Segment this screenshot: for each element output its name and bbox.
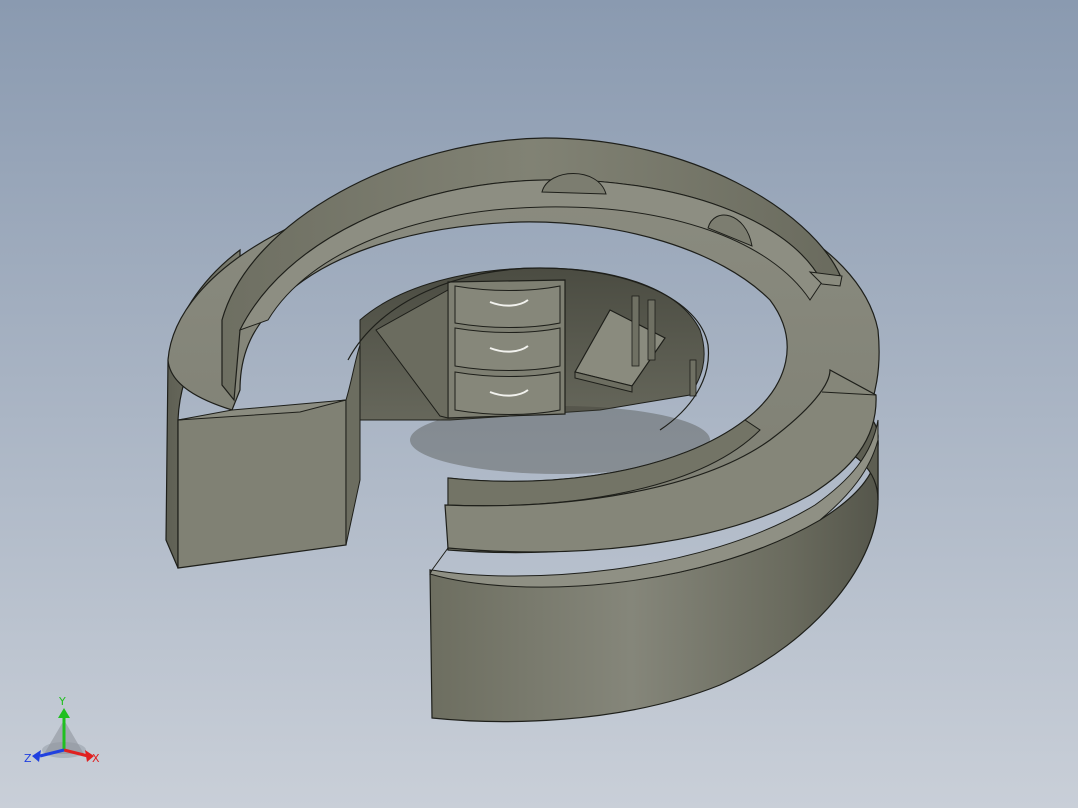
drawer-top bbox=[454, 285, 561, 328]
left-block-side bbox=[345, 344, 361, 546]
y-axis-label: Y bbox=[58, 695, 66, 708]
support-post-1 bbox=[631, 295, 640, 367]
x-axis-label: X bbox=[92, 752, 100, 765]
z-axis-label: Z bbox=[24, 752, 32, 765]
y-axis-arrow bbox=[58, 708, 70, 718]
graphics-viewport[interactable]: Y X Z bbox=[0, 0, 1078, 808]
left-block-front bbox=[177, 399, 347, 569]
drawer-middle bbox=[454, 327, 561, 371]
front-step-edge bbox=[431, 547, 449, 571]
reception-desk-model[interactable] bbox=[0, 0, 1078, 808]
reference-triad[interactable]: Y X Z bbox=[22, 692, 112, 772]
support-post-2 bbox=[647, 299, 656, 361]
drawer-bottom bbox=[454, 371, 561, 415]
z-axis-arrow bbox=[32, 750, 41, 762]
support-post-3 bbox=[689, 359, 697, 397]
